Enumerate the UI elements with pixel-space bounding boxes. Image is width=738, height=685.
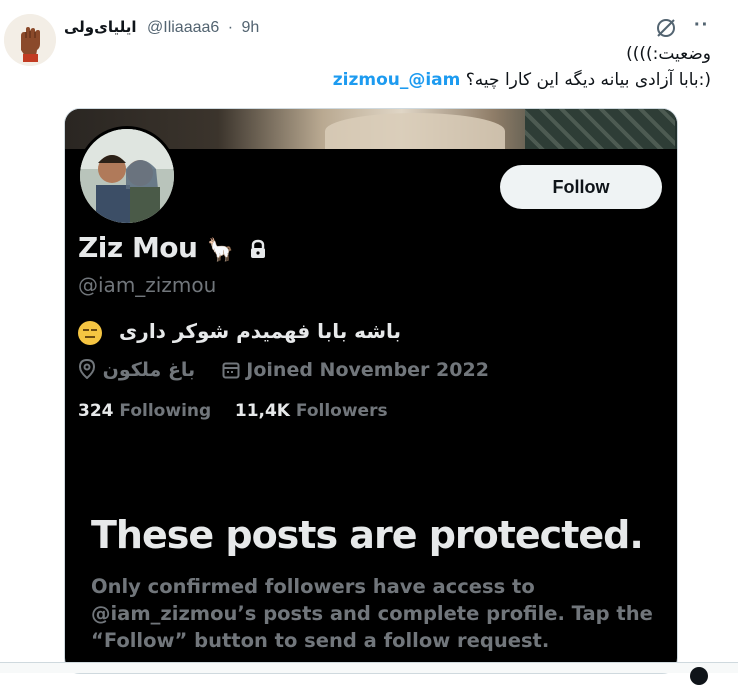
lock-icon [250,239,265,258]
profile-photo [80,129,174,223]
joined-text: Joined November 2022 [246,359,489,381]
tweet-text-line2: zizmou_@iam بابا آزادی بیانه دیگه این کا… [333,70,711,90]
tweet-header: ایلیای‌ولی @Iliaaaa6 · 9h [64,18,259,37]
calendar-icon [222,362,240,379]
banner-fur [325,113,505,149]
profile-stats: 324 Following 11,4K Followers [78,401,388,421]
followers-label: Followers [295,401,388,421]
floating-action-icon[interactable] [690,667,708,685]
followers-count: 11,4K [234,401,290,421]
banner-leaves [525,109,675,149]
expressionless-face-icon [78,320,102,345]
protected-description: Only confirmed followers have access to … [91,575,653,652]
more-options-icon[interactable]: ·· [694,14,709,37]
profile-display-name: Ziz Mou 🦙 [78,231,267,264]
location-text: باغ ملکون [102,359,196,381]
tweet-time[interactable]: 9h [242,19,260,36]
raised-fist-avatar-icon [4,14,56,66]
location-pin-icon [78,358,96,380]
separator-dot: · [227,19,234,36]
profile-bio: باشه بابا فهمیدم شوکر داری [78,319,401,345]
display-name-text: Ziz Mou [78,231,198,264]
follow-button[interactable]: Follow [500,165,662,209]
bio-text: باشه بابا فهمیدم شوکر داری [118,319,401,343]
protected-title: These posts are protected. [91,513,644,557]
bottom-divider [0,662,738,673]
mention-link[interactable]: zizmou_@iam [333,70,461,90]
profile-screenshot-card[interactable]: Follow Ziz Mou 🦙 @iam_zizmou باشه بابا ف… [64,108,678,674]
profile-meta: باغ ملکون Joined November 2022 [78,358,489,381]
profile-handle: @iam_zizmou [78,273,217,297]
llama-emoji: 🦙 [206,238,234,263]
author-avatar[interactable] [4,14,56,66]
grok-icon[interactable] [655,17,677,39]
following-count: 324 [78,401,114,421]
tweet-text-line2-body: بابا آزادی بیانه دیگه این کارا چیه؟:) [465,70,711,90]
profile-photo-icon [80,129,174,223]
tweet-text-line1: وضعیت:)))) [626,44,711,64]
author-name[interactable]: ایلیای‌ولی [64,18,137,36]
following-label: Following [119,401,212,421]
author-handle[interactable]: @Iliaaaa6 [147,19,219,36]
